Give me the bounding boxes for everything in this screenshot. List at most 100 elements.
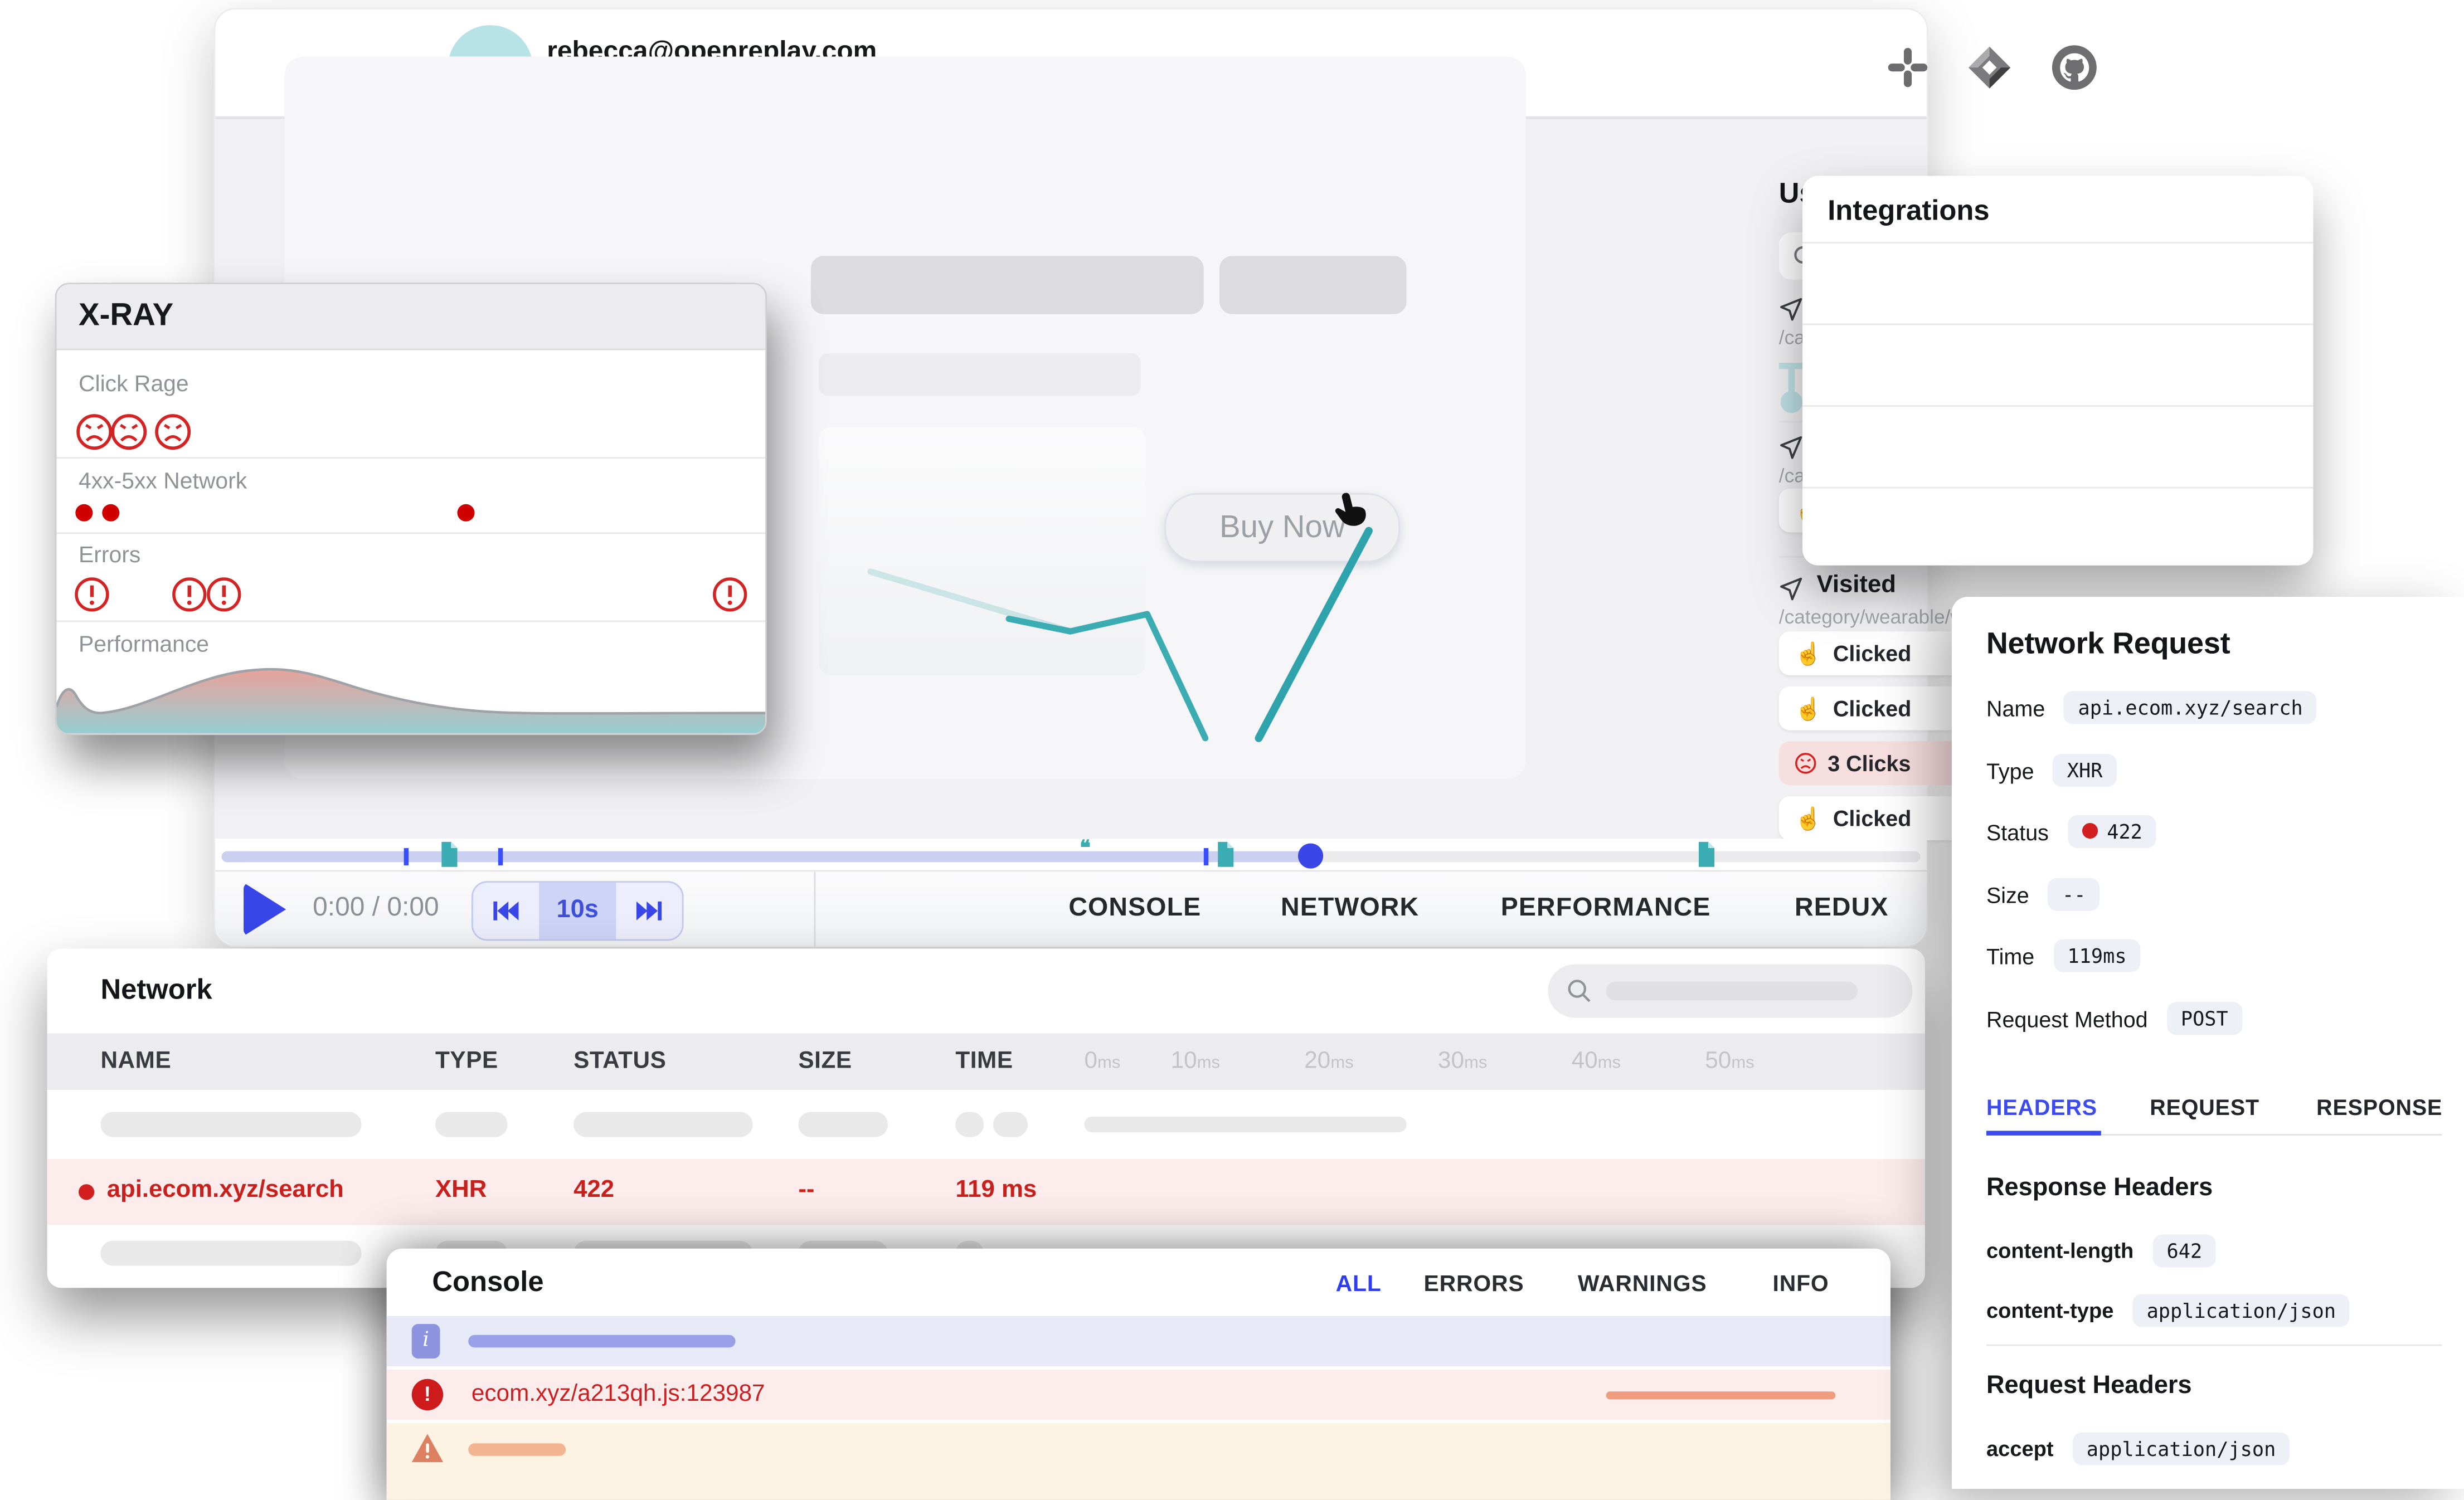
tab-console[interactable]: CONSOLE bbox=[1068, 894, 1201, 924]
skip-amount-label[interactable]: 10s bbox=[539, 883, 616, 939]
skeleton-cell bbox=[100, 1241, 361, 1266]
timeline-event-tick[interactable] bbox=[1204, 848, 1208, 865]
jira-icon bbox=[1965, 42, 2015, 92]
xray-divider bbox=[57, 620, 766, 622]
nr-field-size: Size -- bbox=[1986, 878, 2100, 911]
network-row-skeleton[interactable] bbox=[47, 1090, 1925, 1159]
network-row-failed[interactable]: api.ecom.xyz/search XHR 422 -- 119 ms bbox=[47, 1159, 1925, 1225]
console-row-warning[interactable] bbox=[387, 1423, 1890, 1500]
console-tab-all[interactable]: ALL bbox=[1336, 1272, 1382, 1297]
error-source: ecom.xyz/a213qh.js:123987 bbox=[472, 1381, 765, 1408]
col-type: TYPE bbox=[435, 1034, 498, 1090]
player-bar-divider bbox=[814, 871, 816, 947]
error-icon: ! bbox=[412, 1379, 443, 1410]
navigate-icon bbox=[1779, 297, 1804, 322]
timeline-quote-marker[interactable]: ❝ bbox=[1080, 835, 1091, 860]
error-marker-icon[interactable] bbox=[712, 576, 748, 612]
play-button[interactable] bbox=[244, 883, 286, 936]
integrations-divider bbox=[1802, 242, 2313, 243]
page-skeleton-bar bbox=[811, 256, 1204, 314]
response-header-row: content-length 642 bbox=[1986, 1234, 2217, 1267]
event-label: Visited bbox=[1816, 572, 1896, 600]
pointer-icon: ☝ bbox=[1795, 695, 1822, 722]
status-dot bbox=[2082, 823, 2097, 839]
console-tab-warnings[interactable]: WARNINGS bbox=[1578, 1272, 1707, 1297]
page-skeleton-panel bbox=[819, 427, 1145, 675]
integrations-title: Integrations bbox=[1828, 195, 1989, 228]
xray-divider bbox=[57, 533, 766, 534]
timeline-event-tick[interactable] bbox=[404, 848, 409, 865]
xray-title: X-RAY bbox=[79, 299, 173, 335]
col-status: STATUS bbox=[574, 1034, 666, 1090]
integrations-divider bbox=[1802, 324, 2313, 325]
xray-panel: X-RAY Click Rage 4xx-5xx Network Errors … bbox=[55, 283, 767, 735]
xray-header: X-RAY bbox=[57, 284, 766, 350]
timing-drop bbox=[1789, 363, 1795, 394]
skeleton-cell bbox=[435, 1112, 508, 1137]
rage-click-icon[interactable] bbox=[110, 413, 148, 451]
console-row-error[interactable]: ! ecom.xyz/a213qh.js:123987 bbox=[387, 1370, 1890, 1420]
rage-click-icon[interactable] bbox=[75, 413, 113, 451]
skip-controls: 10s bbox=[472, 881, 684, 941]
scale-50ms: 50ms bbox=[1705, 1034, 1754, 1090]
timeline-track-played[interactable] bbox=[222, 851, 1311, 863]
console-tab-info[interactable]: INFO bbox=[1773, 1272, 1829, 1297]
error-marker-icon[interactable] bbox=[171, 576, 207, 612]
timeline[interactable]: ❝ bbox=[215, 839, 1927, 870]
network-error-dot[interactable] bbox=[102, 504, 119, 522]
nr-tab-headers[interactable]: HEADERS bbox=[1986, 1095, 2097, 1120]
skip-forward-button[interactable] bbox=[616, 883, 682, 939]
skip-back-button[interactable] bbox=[473, 883, 539, 939]
integrations-panel: Integrations UnhandledRejection: Non-Err… bbox=[1802, 176, 2313, 566]
skeleton-cell bbox=[100, 1112, 361, 1137]
log-skeleton bbox=[468, 1443, 566, 1456]
network-error-dot[interactable] bbox=[75, 504, 93, 522]
page-skeleton-bar bbox=[1219, 256, 1407, 314]
nr-field-value: 119ms bbox=[2053, 939, 2141, 972]
network-table-panel: Network NAME TYPE STATUS SIZE TIME 0ms 1… bbox=[47, 948, 1925, 1288]
timeline-page-marker[interactable] bbox=[1697, 842, 1714, 867]
navigate-icon bbox=[1779, 435, 1804, 460]
cell-status: 422 bbox=[574, 1176, 614, 1205]
search-icon bbox=[1567, 978, 1592, 1004]
error-marker-icon[interactable] bbox=[74, 576, 110, 612]
skeleton-cell bbox=[993, 1112, 1028, 1137]
network-error-dot[interactable] bbox=[458, 504, 475, 522]
nr-field-name: Name api.ecom.xyz/search bbox=[1986, 691, 2317, 724]
network-search[interactable] bbox=[1548, 965, 1912, 1018]
tab-network[interactable]: NETWORK bbox=[1281, 894, 1419, 924]
waterfall-bar-skeleton bbox=[1085, 1117, 1407, 1132]
scale-0ms: 0ms bbox=[1085, 1034, 1121, 1090]
header-value: application/json bbox=[2132, 1294, 2350, 1327]
integrations-divider bbox=[1802, 487, 2313, 489]
console-row-info[interactable]: i bbox=[387, 1316, 1890, 1366]
performance-area-chart bbox=[57, 660, 766, 733]
cell-type: XHR bbox=[435, 1176, 487, 1205]
nr-field-value: -- bbox=[2048, 878, 2100, 911]
timeline-page-marker[interactable] bbox=[1216, 842, 1233, 867]
skip-forward-icon bbox=[635, 898, 663, 923]
pointer-icon: ☝ bbox=[1795, 640, 1822, 667]
network-header-row: NAME TYPE STATUS SIZE TIME 0ms 10ms 20ms… bbox=[47, 1034, 1925, 1090]
timeline-event-tick[interactable] bbox=[498, 848, 503, 865]
cell-time: 119 ms bbox=[955, 1176, 1037, 1205]
xray-divider bbox=[57, 457, 766, 459]
tab-redux[interactable]: REDUX bbox=[1795, 894, 1889, 924]
network-title: Network bbox=[100, 974, 212, 1007]
search-skeleton bbox=[1606, 982, 1858, 1001]
timing-dot bbox=[1781, 391, 1802, 413]
nr-tab-response[interactable]: RESPONSE bbox=[2316, 1095, 2442, 1120]
tab-performance[interactable]: PERFORMANCE bbox=[1501, 894, 1711, 924]
page-skeleton-bar bbox=[819, 353, 1141, 396]
console-tab-errors[interactable]: ERRORS bbox=[1424, 1272, 1524, 1297]
event-label: Clicked bbox=[1833, 696, 1911, 721]
nr-field-value: api.ecom.xyz/search bbox=[2064, 691, 2317, 724]
rage-click-icon[interactable] bbox=[154, 413, 192, 451]
timeline-page-marker[interactable] bbox=[440, 842, 457, 867]
nr-tab-request[interactable]: REQUEST bbox=[2150, 1095, 2259, 1120]
nr-field-type: Type XHR bbox=[1986, 754, 2117, 787]
request-headers-title: Request Headers bbox=[1986, 1372, 2192, 1401]
playhead[interactable] bbox=[1298, 844, 1323, 869]
timeline-track-rest[interactable] bbox=[1311, 851, 1921, 863]
error-marker-icon[interactable] bbox=[206, 576, 242, 612]
